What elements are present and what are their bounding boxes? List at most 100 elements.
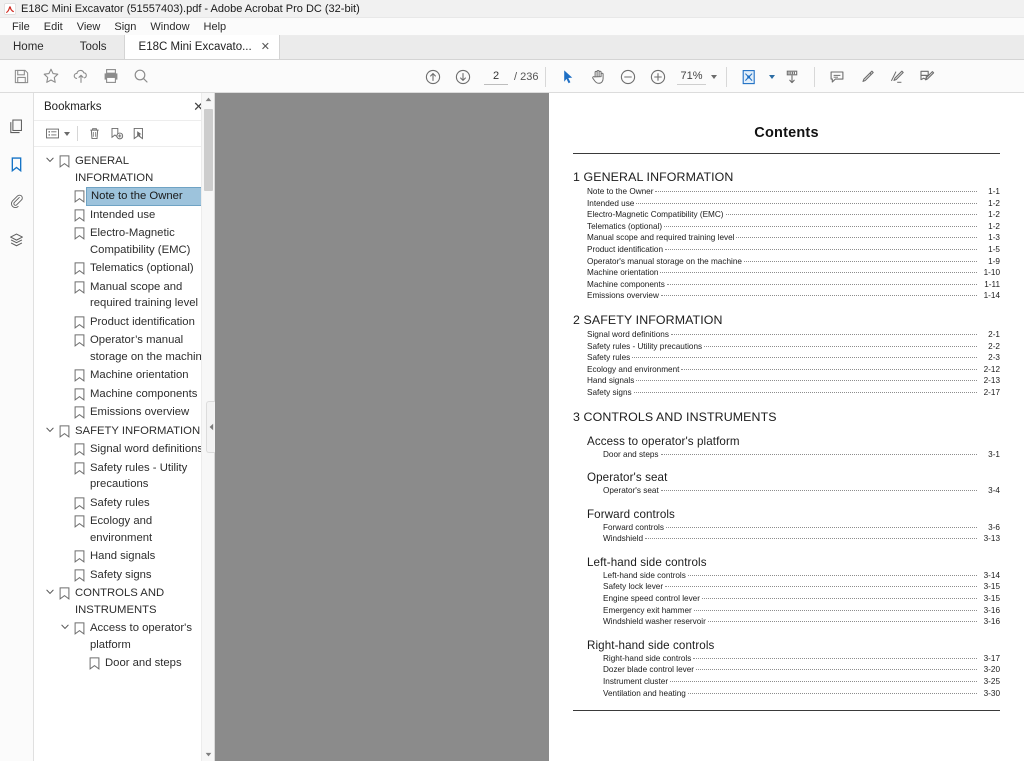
- bookmark-item[interactable]: Safety rules: [34, 494, 214, 513]
- close-icon[interactable]: ✕: [261, 41, 270, 53]
- bookmark-item[interactable]: Hand signals: [34, 547, 214, 566]
- bookmark-item[interactable]: Safety rules - Utility precautions: [34, 459, 214, 494]
- bookmark-item[interactable]: Safety signs: [34, 566, 214, 585]
- bookmark-item[interactable]: Note to the Owner: [34, 187, 214, 206]
- page-number-input[interactable]: [484, 68, 508, 85]
- bookmark-item[interactable]: Access to operator's platform: [34, 619, 214, 654]
- menu-help[interactable]: Help: [197, 19, 234, 35]
- hand-icon[interactable]: [583, 64, 613, 90]
- toc-entry[interactable]: Safety rules 2-3: [573, 352, 1000, 364]
- bookmark-item[interactable]: Electro-Magnetic Compatibility (EMC): [34, 224, 214, 259]
- toc-entry[interactable]: Windshield 3-13: [573, 533, 1000, 545]
- zoom-level-value[interactable]: 71%: [677, 69, 706, 85]
- arrow-down-circle-icon[interactable]: [448, 64, 478, 90]
- menu-window[interactable]: Window: [143, 19, 196, 35]
- toc-entry[interactable]: Safety signs 2-17: [573, 387, 1000, 399]
- toc-entry[interactable]: Hand signals 2-13: [573, 375, 1000, 387]
- chevron-down-icon[interactable]: [42, 153, 57, 163]
- menu-view[interactable]: View: [70, 19, 108, 35]
- layers-icon[interactable]: [2, 221, 32, 259]
- toc-entry[interactable]: Ventilation and heating 3-30: [573, 688, 1000, 700]
- bookmarks-icon[interactable]: [2, 145, 32, 183]
- bookmark-item[interactable]: Product identification: [34, 313, 214, 332]
- star-icon[interactable]: [36, 63, 66, 89]
- search-icon[interactable]: [126, 63, 156, 89]
- bookmark-item[interactable]: CONTROLS AND INSTRUMENTS: [34, 584, 214, 619]
- chevron-down-icon[interactable]: [710, 74, 717, 79]
- bookmark-item[interactable]: Intended use: [34, 206, 214, 225]
- scrollbar-thumb[interactable]: [204, 109, 213, 191]
- toc-entry[interactable]: Machine orientation 1-10: [573, 267, 1000, 279]
- chevron-down-icon[interactable]: [57, 620, 72, 630]
- toc-entry[interactable]: Forward controls 3-6: [573, 522, 1000, 534]
- bookmark-item[interactable]: Machine orientation: [34, 366, 214, 385]
- bookmark-item[interactable]: GENERAL INFORMATION: [34, 152, 214, 187]
- toc-entry[interactable]: Electro-Magnetic Compatibility (EMC) 1-2: [573, 209, 1000, 221]
- sign-document-icon[interactable]: [912, 64, 942, 90]
- bookmarks-tree[interactable]: GENERAL INFORMATION Note to the Owner Inte…: [34, 147, 214, 761]
- bookmark-item[interactable]: Ecology and environment: [34, 512, 214, 547]
- bookmark-item[interactable]: SAFETY INFORMATION: [34, 422, 214, 441]
- tab-document[interactable]: E18C Mini Excavato... ✕: [123, 35, 280, 59]
- comment-icon[interactable]: [822, 64, 852, 90]
- bookmark-item[interactable]: Machine components: [34, 385, 214, 404]
- toc-entry[interactable]: Instrument cluster 3-25: [573, 676, 1000, 688]
- toc-entry[interactable]: Signal word definitions 2-1: [573, 329, 1000, 341]
- chevron-down-icon[interactable]: [42, 585, 57, 595]
- save-icon[interactable]: [6, 63, 36, 89]
- scroll-up-icon[interactable]: [202, 93, 214, 106]
- toc-entry[interactable]: Dozer blade control lever 3-20: [573, 664, 1000, 676]
- toc-entry[interactable]: Left-hand side controls 3-14: [573, 570, 1000, 582]
- bookmark-properties-icon[interactable]: [127, 124, 149, 144]
- page-fit-chevron-icon[interactable]: [768, 74, 775, 79]
- cursor-arrow-icon[interactable]: [553, 64, 583, 90]
- scroll-mode-icon[interactable]: [777, 64, 807, 90]
- toc-entry[interactable]: Note to the Owner 1-1: [573, 186, 1000, 198]
- menu-edit[interactable]: Edit: [37, 19, 70, 35]
- menu-sign[interactable]: Sign: [107, 19, 143, 35]
- scroll-down-icon[interactable]: [202, 748, 214, 761]
- bookmark-options-chevron-icon[interactable]: [64, 131, 70, 136]
- bookmark-item[interactable]: Emissions overview: [34, 403, 214, 422]
- attachments-icon[interactable]: [2, 183, 32, 221]
- page-thumbnails-icon[interactable]: [2, 107, 32, 145]
- toc-entry[interactable]: Emissions overview 1-14: [573, 290, 1000, 302]
- bookmark-item[interactable]: Signal word definitions: [34, 440, 214, 459]
- strikethrough-pen-icon[interactable]: [882, 64, 912, 90]
- bookmark-item[interactable]: Door and steps: [34, 654, 214, 673]
- delete-bookmark-icon[interactable]: [83, 124, 105, 144]
- tab-tools[interactable]: Tools: [63, 35, 124, 59]
- zoom-in-icon[interactable]: [643, 64, 673, 90]
- arrow-up-circle-icon[interactable]: [418, 64, 448, 90]
- chevron-down-icon[interactable]: [42, 423, 57, 433]
- toc-entry[interactable]: Operator's manual storage on the machine…: [573, 256, 1000, 268]
- toc-entry[interactable]: Door and steps 3-1: [573, 449, 1000, 461]
- bookmark-item[interactable]: Telematics (optional): [34, 259, 214, 278]
- toc-entry[interactable]: Ecology and environment 2-12: [573, 364, 1000, 376]
- highlight-pen-icon[interactable]: [852, 64, 882, 90]
- bookmark-item[interactable]: Manual scope and required training level: [34, 278, 214, 313]
- toc-entry[interactable]: Machine components 1-11: [573, 279, 1000, 291]
- new-bookmark-icon[interactable]: [105, 124, 127, 144]
- bookmark-item[interactable]: Operator’s manual storage on the machine: [34, 331, 214, 366]
- document-viewport[interactable]: Contents 1 GENERAL INFORMATION Note to th…: [215, 93, 1024, 761]
- print-icon[interactable]: [96, 63, 126, 89]
- toc-entry[interactable]: Product identification 1-5: [573, 244, 1000, 256]
- toc-entry[interactable]: Intended use 1-2: [573, 198, 1000, 210]
- toc-entry[interactable]: Windshield washer reservoir 3-16: [573, 616, 1000, 628]
- menu-file[interactable]: File: [5, 19, 37, 35]
- toc-entry[interactable]: Emergency exit hammer 3-16: [573, 605, 1000, 617]
- toc-entry[interactable]: Engine speed control lever 3-15: [573, 593, 1000, 605]
- bookmark-options-icon[interactable]: [41, 124, 63, 144]
- toc-entry[interactable]: Operator's seat 3-4: [573, 485, 1000, 497]
- panel-collapse-handle[interactable]: [206, 401, 215, 453]
- toc-entry[interactable]: Safety lock lever 3-15: [573, 581, 1000, 593]
- page-fit-icon[interactable]: [734, 64, 764, 90]
- toc-entry[interactable]: Telematics (optional) 1-2: [573, 221, 1000, 233]
- tab-home[interactable]: Home: [0, 35, 63, 59]
- toc-entry[interactable]: Right-hand side controls 3-17: [573, 653, 1000, 665]
- toc-entry[interactable]: Manual scope and required training level…: [573, 232, 1000, 244]
- toc-entry[interactable]: Safety rules - Utility precautions 2-2: [573, 341, 1000, 353]
- cloud-upload-icon[interactable]: [66, 63, 96, 89]
- zoom-out-icon[interactable]: [613, 64, 643, 90]
